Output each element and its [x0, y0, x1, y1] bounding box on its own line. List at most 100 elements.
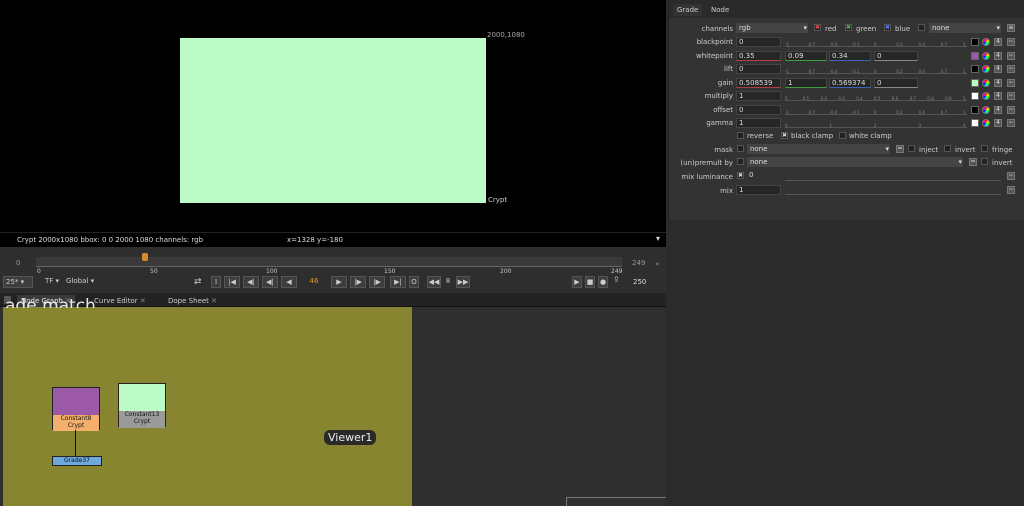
offset-channel-count-button[interactable]: 4	[994, 105, 1002, 114]
tab-curve-editor[interactable]: Curve Editor ✕	[90, 295, 150, 307]
whitepoint-color-swatch[interactable]	[971, 51, 979, 60]
gain-a-field[interactable]: 0	[874, 77, 918, 88]
viewer-image[interactable]	[180, 38, 486, 203]
blackpoint-anim-icon[interactable]: ~	[1007, 38, 1015, 46]
whitepoint-color-wheel-icon[interactable]	[982, 51, 990, 60]
tab-node[interactable]: Node	[707, 4, 733, 16]
play-forward-icon[interactable]: ▶	[331, 276, 347, 288]
invert-unpremult-checkbox[interactable]	[981, 158, 988, 165]
timeline-scrubber[interactable]	[36, 257, 622, 267]
gamma-r-field[interactable]: 1	[736, 118, 781, 128]
constant13-node[interactable]: Constant13 Crypt	[118, 383, 166, 428]
multiply-r-field[interactable]: 1	[736, 91, 781, 101]
lift-color-wheel-icon[interactable]	[982, 65, 990, 73]
tf-dropdown[interactable]: TF ▾	[42, 276, 62, 288]
gain-anim-icon[interactable]: ~	[1007, 78, 1015, 87]
timeline-expand-icon[interactable]: »	[655, 260, 659, 268]
flipbook-icon[interactable]: ▶	[572, 276, 582, 288]
blackpoint-color-wheel-icon[interactable]	[982, 38, 990, 46]
mask-menu-icon[interactable]: =	[896, 145, 904, 153]
whitepoint-b-field[interactable]: 0.34	[829, 50, 871, 61]
unpremult-checkbox[interactable]	[737, 158, 744, 165]
scope-dropdown[interactable]: Global ▾	[66, 276, 106, 288]
grade37-node[interactable]: Grade37	[52, 456, 102, 466]
skip-back-icon[interactable]: ◀◀	[427, 276, 441, 288]
red-checkbox[interactable]: ✖	[814, 24, 821, 31]
tab-dope-sheet[interactable]: Dope Sheet ✕	[164, 295, 221, 307]
current-frame-field[interactable]: 46	[300, 276, 328, 288]
constant8-node[interactable]: Constant8 Crypt	[52, 387, 100, 431]
blackpoint-r-field[interactable]: 0	[736, 37, 781, 47]
multiply-slider[interactable]: 0 0.1 0.2 0.3 0.4 0.5 0.6 0.7 0.8 0.9 1	[785, 91, 967, 101]
gamma-color-wheel-icon[interactable]	[982, 119, 990, 127]
step-back-icon[interactable]: ◀|	[262, 276, 278, 288]
invert-mask-checkbox[interactable]	[944, 145, 951, 152]
blackpoint-slider[interactable]: -1 -0.7 -0.4 -0.1 0 0.2 0.4 0.7 1	[785, 37, 967, 47]
tab-grade[interactable]: Grade	[673, 4, 703, 16]
multiply-color-wheel-icon[interactable]	[982, 92, 990, 100]
viewer1-node[interactable]: Viewer1	[324, 430, 377, 445]
offset-anim-icon[interactable]: ~	[1007, 105, 1015, 114]
viewer-panel[interactable]: 2000,1080 Crypt	[0, 0, 666, 232]
unpremult-menu-icon[interactable]: =	[969, 158, 977, 166]
blackpoint-color-swatch[interactable]	[971, 38, 979, 46]
gain-color-swatch[interactable]	[971, 78, 979, 87]
lift-anim-icon[interactable]: ~	[1007, 65, 1015, 73]
props-menu-icon[interactable]: ≡	[1007, 24, 1015, 32]
channels-dropdown[interactable]: rgb ▾	[736, 23, 808, 33]
viewer-menu-icon[interactable]: ▾	[656, 234, 660, 243]
camera-icon[interactable]: ●	[598, 276, 608, 288]
gain-r-field[interactable]: 0.508539	[736, 77, 781, 88]
black-clamp-checkbox[interactable]: ✖	[781, 132, 788, 139]
green-checkbox[interactable]: ✖	[845, 24, 852, 31]
gain-b-field[interactable]: 0.569374	[829, 77, 871, 88]
mask-checkbox[interactable]	[737, 145, 744, 152]
offset-color-swatch[interactable]	[971, 105, 979, 114]
multiply-color-swatch[interactable]	[971, 92, 979, 100]
lift-slider[interactable]: -1 -0.7 -0.4 -0.1 0 0.2 0.4 0.7 1	[785, 64, 967, 74]
gamma-color-swatch[interactable]	[971, 119, 979, 127]
whitepoint-anim-icon[interactable]: ~	[1007, 51, 1015, 60]
lift-channel-count-button[interactable]: 4	[994, 65, 1002, 73]
next-keyframe-icon[interactable]: |▶	[369, 276, 385, 288]
prev-keyframe-icon[interactable]: ◀|	[243, 276, 259, 288]
alpha-channel-dropdown[interactable]: none ▾	[929, 23, 1001, 33]
gamma-anim-icon[interactable]: ~	[1007, 119, 1015, 127]
step-increment-field[interactable]: 8	[441, 276, 455, 288]
blackpoint-channel-count-button[interactable]: 4	[994, 38, 1002, 46]
gamma-channel-count-button[interactable]: 4	[994, 119, 1002, 127]
unpremult-dropdown[interactable]: none ▾	[747, 157, 963, 167]
mix-luminance-checkbox[interactable]: ✖	[737, 172, 744, 179]
gain-color-wheel-icon[interactable]	[982, 78, 990, 87]
whitepoint-a-field[interactable]: 0	[874, 50, 918, 61]
mask-dropdown[interactable]: none ▾	[747, 144, 890, 154]
multiply-anim-icon[interactable]: ~	[1007, 92, 1015, 100]
offset-color-wheel-icon[interactable]	[982, 105, 990, 114]
mix-field[interactable]: 1	[736, 185, 781, 195]
render-icon[interactable]: ■	[585, 276, 595, 288]
offset-slider[interactable]: -1 -0.7 -0.4 -0.1 0 0.2 0.4 0.7 1	[785, 105, 967, 115]
last-frame-icon[interactable]: ▶|	[390, 276, 406, 288]
step-forward-icon[interactable]: |▶	[350, 276, 366, 288]
alpha-checkbox[interactable]	[918, 24, 925, 31]
first-frame-icon[interactable]: |◀	[224, 276, 240, 288]
lift-r-field[interactable]: 0	[736, 64, 781, 74]
gamma-slider[interactable]: 0 1 2 3 4	[785, 118, 967, 128]
loop-mode-icon[interactable]: ⇄	[194, 277, 202, 287]
out-frame-field[interactable]: 250	[633, 278, 646, 286]
gain-g-field[interactable]: 1	[785, 77, 827, 88]
mix-luminance-anim-icon[interactable]: ~	[1007, 172, 1015, 180]
inject-checkbox[interactable]	[908, 145, 915, 152]
skip-forward-icon[interactable]: ▶▶	[456, 276, 470, 288]
mix-slider[interactable]	[785, 185, 1001, 195]
blue-checkbox[interactable]: ✖	[884, 24, 891, 31]
minimap[interactable]	[566, 497, 666, 506]
mix-anim-icon[interactable]: ~	[1007, 186, 1015, 194]
reverse-checkbox[interactable]	[737, 132, 744, 139]
offset-r-field[interactable]: 0	[736, 104, 781, 115]
fps-dropdown[interactable]: 25* ▾	[3, 276, 33, 288]
lift-color-swatch[interactable]	[971, 65, 979, 73]
play-backward-icon[interactable]: ◀	[281, 276, 297, 288]
mix-luminance-slider[interactable]	[785, 171, 1001, 181]
fringe-checkbox[interactable]	[981, 145, 988, 152]
